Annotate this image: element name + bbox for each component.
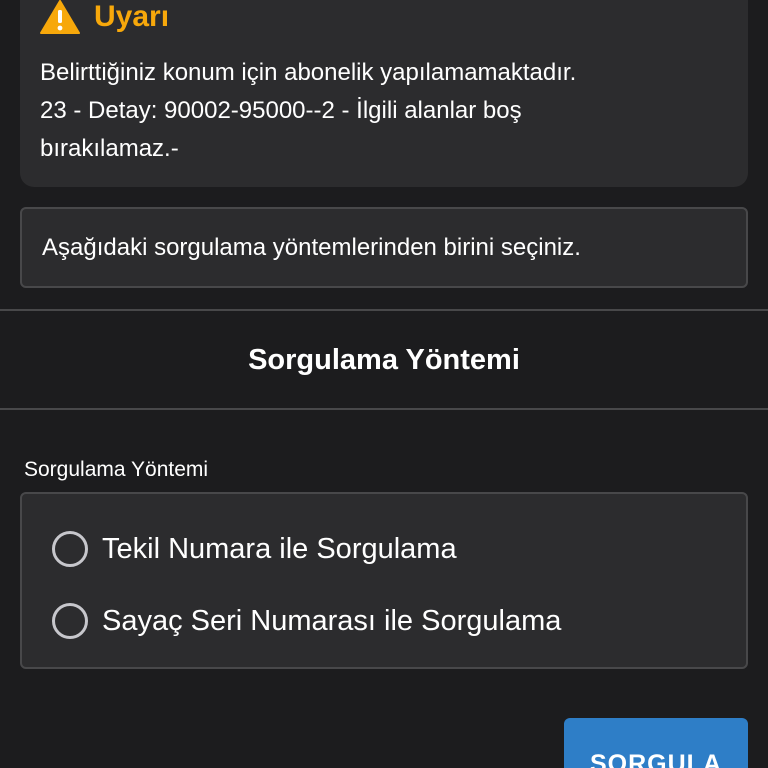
sorgula-button[interactable]: SORGULA — [564, 718, 748, 768]
radio-circle-icon[interactable] — [52, 603, 88, 639]
section-title: Sorgulama Yöntemi — [248, 344, 520, 376]
divider-bottom — [0, 408, 768, 410]
warning-title: Uyarı — [94, 0, 170, 33]
radio-option-tekil-numara[interactable]: Tekil Numara ile Sorgulama — [52, 527, 457, 571]
warning-header: Uyarı — [40, 0, 169, 34]
radio-option-sayac-seri-numarasi[interactable]: Sayaç Seri Numarası ile Sorgulama — [52, 599, 561, 643]
radio-option-label[interactable]: Sayaç Seri Numarası ile Sorgulama — [102, 601, 561, 641]
info-text: Aşağıdaki sorgulama yöntemlerinden birin… — [42, 233, 581, 261]
page: Uyarı Belirttiğiniz konum için abonelik … — [0, 0, 768, 768]
warning-message: Belirttiğiniz konum için abonelik yapıla… — [40, 54, 730, 168]
warning-message-line: Belirttiğiniz konum için abonelik yapıla… — [40, 59, 577, 86]
query-method-label: Sorgulama Yöntemi — [24, 458, 209, 481]
radio-option-label[interactable]: Tekil Numara ile Sorgulama — [102, 529, 457, 569]
divider-top — [0, 309, 768, 311]
info-box: Aşağıdaki sorgulama yöntemlerinden birin… — [20, 207, 748, 288]
warning-message-line: 23 - Detay: 90002-95000--2 - İlgili alan… — [40, 97, 522, 124]
warning-triangle-icon — [40, 0, 80, 34]
query-method-radio-group: Tekil Numara ile Sorgulama Sayaç Seri Nu… — [20, 492, 748, 669]
warning-message-line: bırakılamaz.- — [40, 135, 179, 162]
radio-circle-icon[interactable] — [52, 531, 88, 567]
